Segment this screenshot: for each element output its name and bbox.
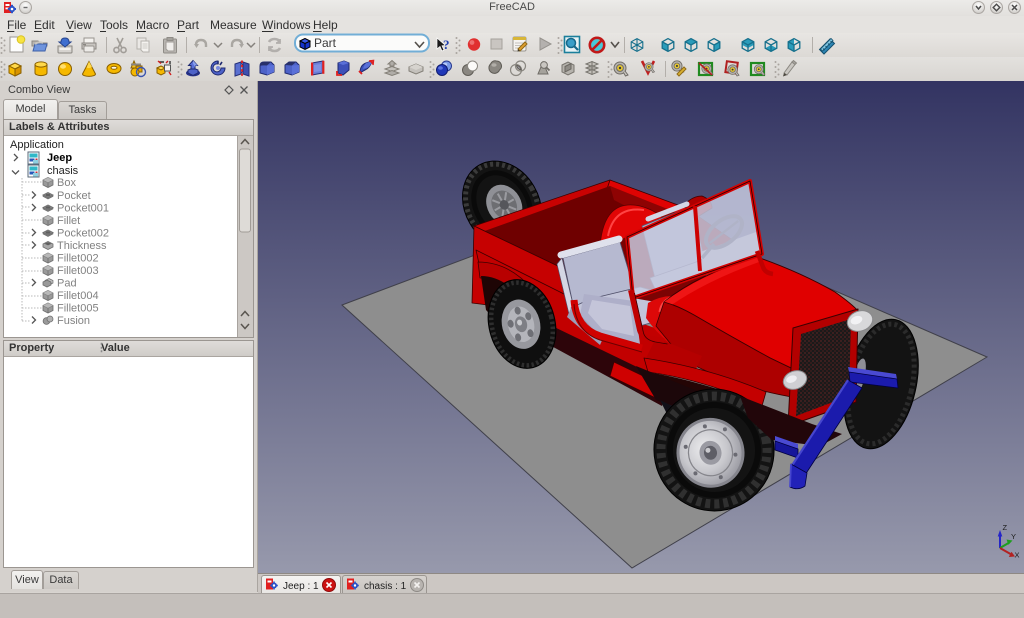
svg-text:Pocket001: Pocket001 <box>57 203 109 215</box>
svg-text:Fillet: Fillet <box>57 215 80 227</box>
svg-text:Jeep: Jeep <box>47 152 72 164</box>
svg-text:Thickness: Thickness <box>57 240 107 252</box>
svg-text:Y: Y <box>1011 532 1016 541</box>
svg-text:Jeep : 1: Jeep : 1 <box>283 581 319 592</box>
svg-text:Application: Application <box>10 139 64 151</box>
svg-text:Pocket: Pocket <box>57 190 91 202</box>
svg-text:Fillet002: Fillet002 <box>57 253 99 265</box>
svg-text:Z: Z <box>1003 523 1008 532</box>
svg-text:Part: Part <box>314 36 337 50</box>
svg-text:Pocket002: Pocket002 <box>57 228 109 240</box>
svg-text:?: ? <box>443 37 450 52</box>
svg-text:Fillet005: Fillet005 <box>57 303 99 315</box>
svg-text:chasis: chasis <box>47 165 79 177</box>
svg-text:Pad: Pad <box>57 278 77 290</box>
svg-text:X: X <box>1015 551 1020 560</box>
svg-text:Fusion: Fusion <box>57 315 90 327</box>
svg-text:Fillet003: Fillet003 <box>57 265 99 277</box>
svg-text:chasis : 1: chasis : 1 <box>364 581 407 592</box>
svg-text:Box: Box <box>57 177 76 189</box>
svg-text:Fillet004: Fillet004 <box>57 290 99 302</box>
